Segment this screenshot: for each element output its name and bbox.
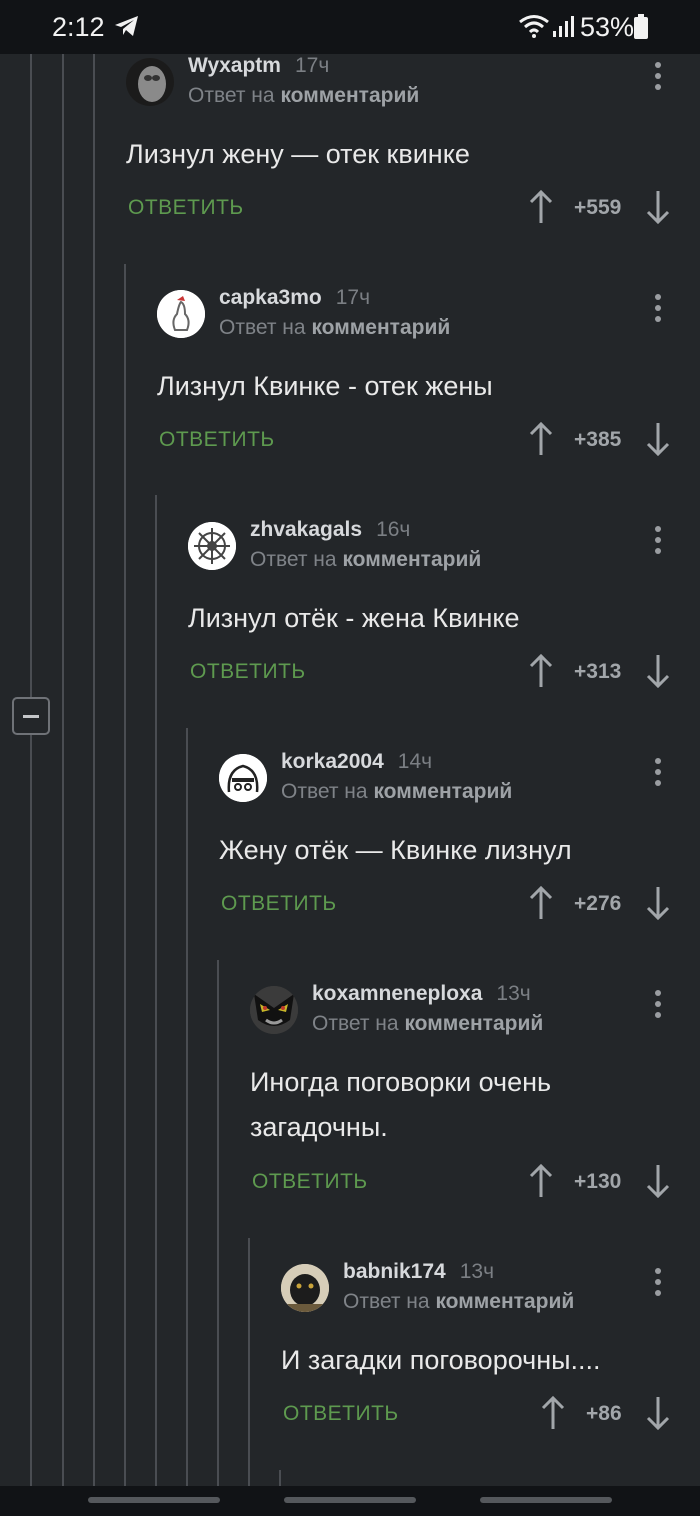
downvote-arrow-icon[interactable] (646, 190, 670, 224)
more-options-icon[interactable] (655, 62, 661, 92)
reply-target-link[interactable]: комментарий (404, 1012, 543, 1035)
username[interactable]: zhvakagals 16ч (250, 518, 410, 542)
reply-to: Ответ на комментарий (219, 316, 451, 339)
system-nav-bar (0, 1486, 700, 1516)
comment-score: +313 (574, 660, 622, 683)
clock: 2:12 (52, 12, 105, 42)
comment-score: +130 (574, 1170, 622, 1193)
username[interactable]: capka3mo 17ч (219, 286, 370, 310)
username[interactable]: babnik174 13ч (343, 1260, 494, 1284)
comment-time: 17ч (335, 286, 371, 309)
upvote-arrow-icon[interactable] (529, 886, 553, 920)
comment-time: 13ч (459, 1260, 495, 1283)
thread-line (93, 54, 95, 1486)
nav-recents-button[interactable] (88, 1497, 220, 1503)
avatar[interactable] (188, 522, 236, 570)
reply-button[interactable]: ОТВЕТИТЬ (221, 892, 337, 916)
nav-home-button[interactable] (284, 1497, 416, 1503)
upvote-arrow-icon[interactable] (529, 1164, 553, 1198)
upvote-arrow-icon[interactable] (541, 1396, 565, 1430)
avatar[interactable] (126, 58, 174, 106)
username[interactable]: Wyxaptm 17ч (188, 54, 329, 78)
upvote-arrow-icon[interactable] (529, 654, 553, 688)
more-options-icon[interactable] (655, 758, 661, 788)
reply-target-link[interactable]: комментарий (435, 1290, 574, 1313)
more-options-icon[interactable] (655, 1268, 661, 1298)
avatar[interactable] (219, 754, 267, 802)
comment-score: +86 (586, 1402, 622, 1425)
reply-target-link[interactable]: комментарий (373, 780, 512, 803)
reply-target-link[interactable]: комментарий (342, 548, 481, 571)
reply-to: Ответ на комментарий (188, 84, 420, 107)
more-options-icon[interactable] (655, 990, 661, 1020)
thread-line (217, 960, 219, 1486)
upvote-arrow-icon[interactable] (529, 422, 553, 456)
avatar[interactable] (157, 290, 205, 338)
thread-line (186, 728, 188, 1486)
comment-text: Иногда поговорки очень загадочны. (250, 1067, 552, 1142)
battery-icon (634, 14, 648, 39)
thread-line (30, 54, 32, 1486)
reply-target-link[interactable]: комментарий (280, 84, 419, 107)
reply-to: Ответ на комментарий (281, 780, 513, 803)
upvote-arrow-icon[interactable] (529, 190, 553, 224)
reply-to: Ответ на комментарий (250, 548, 482, 571)
downvote-arrow-icon[interactable] (646, 1396, 670, 1430)
comment-time: 16ч (376, 518, 411, 541)
collapse-thread-button[interactable] (12, 697, 50, 735)
reply-button[interactable]: ОТВЕТИТЬ (252, 1170, 368, 1194)
thread-line (279, 1470, 281, 1486)
reply-target-link[interactable]: комментарий (311, 316, 450, 339)
thread-line (155, 495, 157, 1486)
battery-percent: 53% (580, 12, 635, 42)
more-options-icon[interactable] (655, 294, 661, 324)
more-options-icon[interactable] (655, 526, 661, 556)
comment-score: +559 (574, 196, 622, 219)
username[interactable]: koxamneneploxa 13ч (312, 982, 531, 1006)
downvote-arrow-icon[interactable] (646, 654, 670, 688)
telegram-icon (115, 16, 138, 36)
signal-icon (553, 16, 574, 37)
avatar[interactable] (281, 1264, 329, 1312)
comment-text: Лизнул Квинке - отек жены (157, 371, 493, 401)
comment-text: Лизнул отёк - жена Квинке (188, 603, 520, 633)
comment-time: 14ч (397, 750, 433, 773)
comment-time: 17ч (294, 54, 330, 77)
comment-time: 13ч (496, 982, 531, 1005)
downvote-arrow-icon[interactable] (646, 1164, 670, 1198)
reply-to: Ответ на комментарий (343, 1290, 575, 1313)
comment-score: +276 (574, 892, 622, 915)
username[interactable]: korka2004 14ч (281, 750, 432, 774)
thread-line (248, 1238, 250, 1486)
comment-text: Жену отёк — Квинке лизнул (219, 835, 572, 865)
reply-button[interactable]: ОТВЕТИТЬ (283, 1402, 399, 1426)
downvote-arrow-icon[interactable] (646, 886, 670, 920)
reply-button[interactable]: ОТВЕТИТЬ (159, 428, 275, 452)
thread-line (124, 264, 126, 1486)
comment-text: И загадки поговорочны.... (281, 1345, 601, 1375)
reply-button[interactable]: ОТВЕТИТЬ (190, 660, 306, 684)
status-bar: 2:12 53% (0, 0, 700, 54)
reply-to: Ответ на комментарий (312, 1012, 544, 1035)
comment-text: Лизнул жену — отек квинке (126, 139, 470, 169)
comment-score: +385 (574, 428, 622, 451)
reply-button[interactable]: ОТВЕТИТЬ (128, 196, 244, 220)
thread-line (62, 54, 64, 1486)
downvote-arrow-icon[interactable] (646, 422, 670, 456)
nav-back-button[interactable] (480, 1497, 612, 1503)
avatar[interactable] (250, 986, 298, 1034)
wifi-icon (519, 15, 549, 38)
